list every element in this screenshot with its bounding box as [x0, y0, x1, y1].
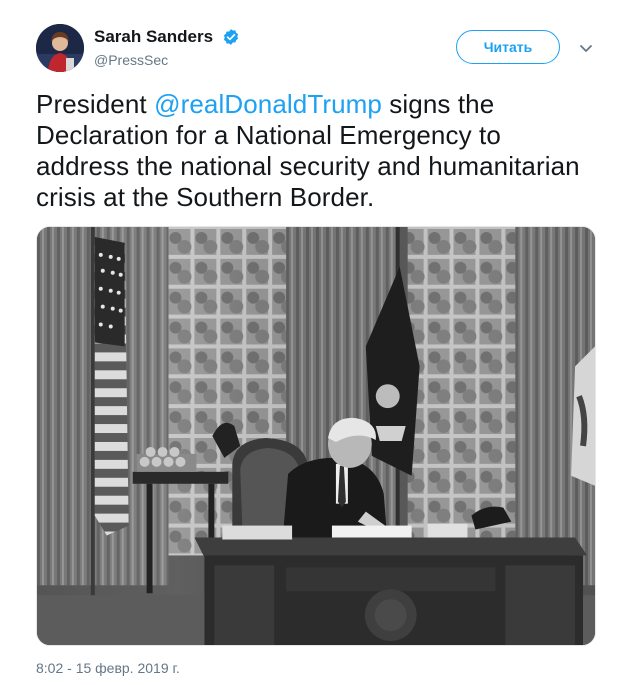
tweet-text: President @realDonaldTrump signs the Dec…	[36, 89, 596, 213]
author-display-name[interactable]: Sarah Sanders	[94, 27, 213, 47]
author-avatar[interactable]	[36, 24, 84, 72]
tweet-timestamp[interactable]: 8:02 - 15 февр. 2019 г.	[36, 660, 180, 676]
follow-button[interactable]: Читать	[456, 30, 560, 64]
author-handle[interactable]: @PressSec	[94, 52, 240, 68]
oval-office-photo	[37, 227, 595, 645]
tweet-card: Sarah Sanders @PressSec Читать President…	[0, 0, 630, 685]
tweet-header: Sarah Sanders @PressSec Читать	[36, 24, 606, 76]
tweet-text-before: President	[36, 89, 155, 119]
tweet-photo[interactable]	[36, 226, 596, 646]
avatar-portrait	[36, 24, 84, 72]
verified-badge-icon	[222, 28, 240, 46]
chevron-down-icon[interactable]	[576, 38, 596, 58]
author-name-block: Sarah Sanders @PressSec	[94, 27, 240, 68]
mention-link[interactable]: @realDonaldTrump	[154, 89, 382, 119]
